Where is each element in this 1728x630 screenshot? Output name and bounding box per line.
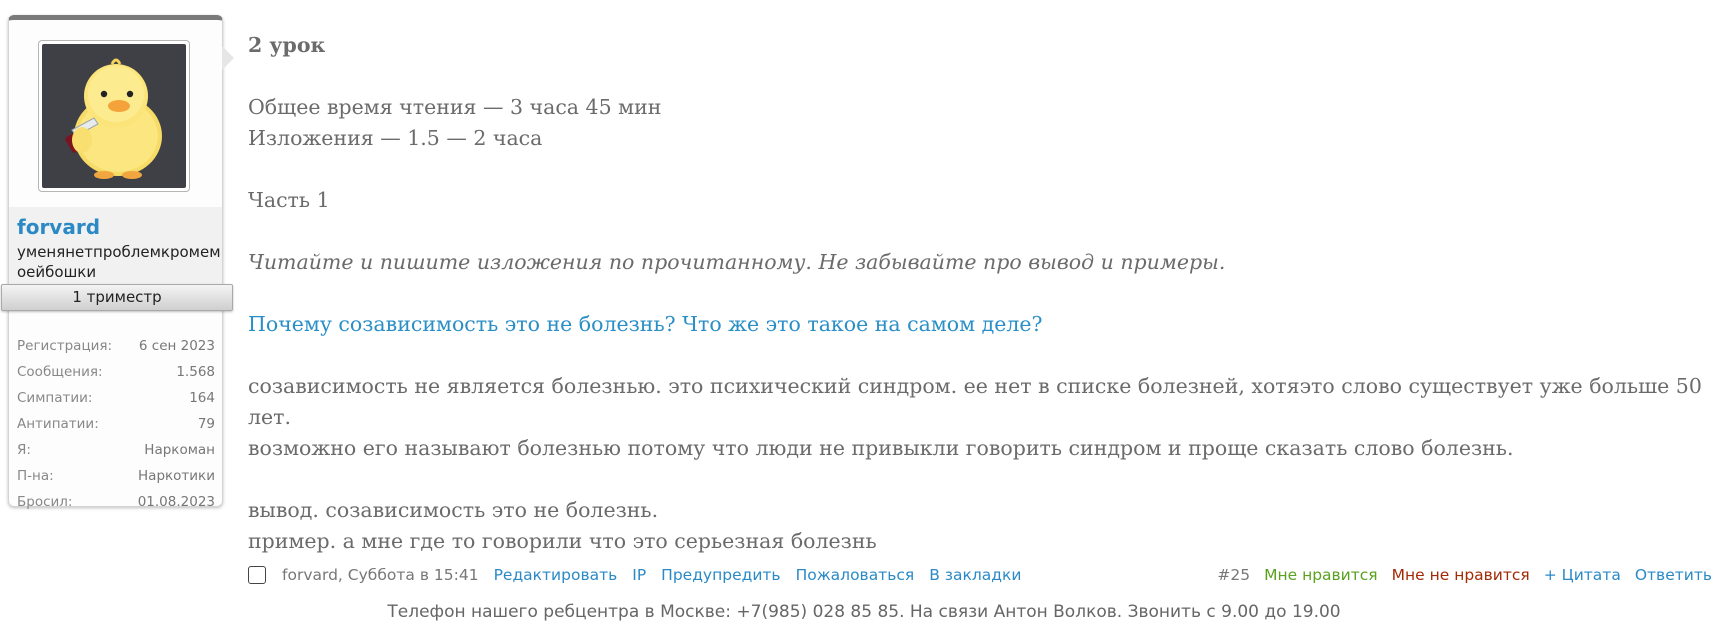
stat-label: Я: <box>17 442 31 458</box>
conclusion-text: вывод. созависимость это не болезнь. <box>248 498 659 522</box>
answer-line: возможно его называют болезнью потому чт… <box>248 436 1514 460</box>
stat-value: Наркотики <box>138 468 215 484</box>
user-title: уменянетпроблемкромемоейбошки <box>17 243 221 281</box>
message-content: 2 урок Общее время чтения — 3 часа 45 ми… <box>248 30 1708 557</box>
stat-label: Симпатии: <box>17 390 93 406</box>
stat-row: Симпатии: 164 <box>17 387 215 413</box>
avatar[interactable] <box>38 40 190 192</box>
stat-value[interactable]: 164 <box>189 387 215 413</box>
message-footer-bar: forvard, Суббота в 15:41 Редактировать I… <box>248 563 1712 587</box>
rehab-phone-notice: Телефон нашего ребцентра в Москве: +7(98… <box>387 602 1341 622</box>
stat-row: Сообщения: 1.568 <box>17 361 215 387</box>
stat-value: 01.08.2023 <box>137 494 215 510</box>
stat-row: Антипатии: 79 <box>17 413 215 439</box>
question-text: Почему созависимость это не болезнь? Что… <box>248 312 1043 336</box>
stat-row: Бросил: 01.08.2023 <box>17 491 215 517</box>
stat-label: Бросил: <box>17 494 73 510</box>
user-rank-ribbon: 1 триместр <box>1 284 233 311</box>
yellow-chick-avatar-icon <box>42 44 186 188</box>
dislike-button[interactable]: Мне не нравится <box>1392 566 1530 584</box>
user-stats-list: Регистрация: 6 сен 2023 Сообщения: 1.568… <box>17 335 215 517</box>
user-info-panel: forvard уменянетпроблемкромемоейбошки 1 … <box>1 15 234 510</box>
stat-label: Сообщения: <box>17 364 103 380</box>
report-link[interactable]: Пожаловаться <box>796 566 915 584</box>
stat-row: Я: Наркоман <box>17 439 215 465</box>
post-number-link[interactable]: #25 <box>1217 566 1250 584</box>
stat-row: Регистрация: 6 сен 2023 <box>17 335 215 361</box>
example-text: пример. а мне где то говорили что это се… <box>248 529 877 553</box>
stat-row: П-на: Наркотики <box>17 465 215 491</box>
ip-link[interactable]: IP <box>632 566 646 584</box>
stat-value: 6 сен 2023 <box>138 338 215 354</box>
instruction-text: Читайте и пишите изложения по прочитанно… <box>248 250 1226 274</box>
summary-time-text: Изложения — 1.5 — 2 часа <box>248 126 543 150</box>
quote-button[interactable]: + Цитата <box>1544 566 1621 584</box>
answer-line: созависимость не является болезнью. это … <box>248 374 1702 429</box>
edit-link[interactable]: Редактировать <box>494 566 618 584</box>
reading-time-text: Общее время чтения — 3 часа 45 мин <box>248 95 662 119</box>
select-post-checkbox[interactable] <box>248 566 266 584</box>
message-heading: 2 урок <box>248 33 326 57</box>
message-pointer-arrow <box>222 46 234 70</box>
stat-label: Антипатии: <box>17 416 99 432</box>
stat-label: П-на: <box>17 468 54 484</box>
username-link[interactable]: forvard <box>17 215 100 239</box>
bookmark-link[interactable]: В закладки <box>929 566 1021 584</box>
warn-link[interactable]: Предупредить <box>661 566 780 584</box>
post-author-date[interactable]: forvard, Суббота в 15:41 <box>282 566 479 584</box>
stat-value: Наркоман <box>144 442 215 458</box>
stat-value[interactable]: 79 <box>198 413 215 439</box>
part-label: Часть 1 <box>248 188 330 212</box>
stat-value[interactable]: 1.568 <box>176 361 215 387</box>
like-button[interactable]: Мне нравится <box>1264 566 1378 584</box>
reply-button[interactable]: Ответить <box>1635 566 1712 584</box>
stat-label: Регистрация: <box>17 338 113 354</box>
